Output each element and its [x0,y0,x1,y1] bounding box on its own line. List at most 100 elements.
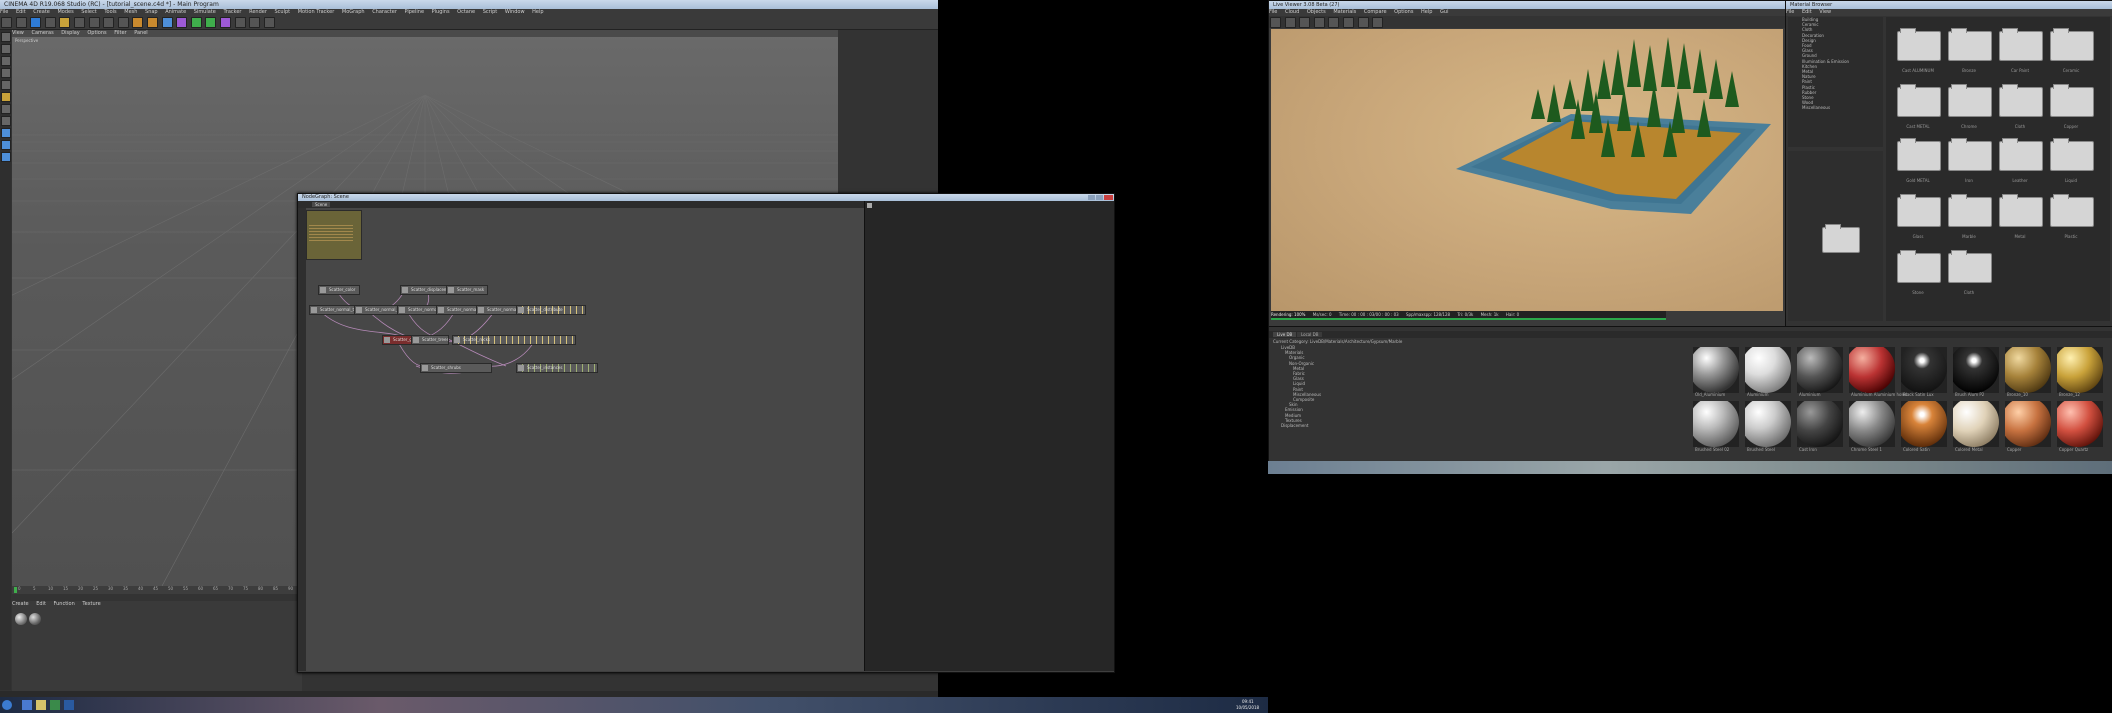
folder-icon[interactable] [1999,194,2043,227]
x-axis-icon[interactable] [88,17,100,28]
undo-icon[interactable] [1,17,12,28]
timeline[interactable]: 0 5 10 15 20 25 30 35 40 45 50 55 60 65 … [12,586,302,594]
material-thumbnail[interactable] [1849,347,1895,393]
livedb-tree-item[interactable]: Displacement [1281,423,1573,428]
lv-menu-options[interactable]: Options [1394,9,1413,15]
folder-icon[interactable] [2050,28,2094,61]
points-mode-icon[interactable] [0,80,11,90]
menu-mesh[interactable]: Mesh [124,9,137,15]
graph-node[interactable]: Scatter_shrubs [420,363,492,373]
material-thumbnail[interactable] [1901,401,1947,447]
move-icon[interactable] [44,17,56,28]
menu-create[interactable]: Create [33,9,50,15]
material-thumbnail[interactable] [1953,401,1999,447]
material-thumbnail[interactable] [2057,401,2103,447]
folder-icon[interactable] [1897,250,1941,283]
folder-icon[interactable] [1948,28,1992,61]
graph-node[interactable]: Scatter_displacement [400,285,450,295]
texture-mode-icon[interactable] [0,56,11,66]
lv-menu-compare[interactable]: Compare [1364,9,1387,15]
lv-menu-materials[interactable]: Materials [1333,9,1356,15]
material-thumbnail[interactable] [1745,347,1791,393]
taskbar-app-icon[interactable] [64,700,74,710]
lv-menu-gui[interactable]: Gui [1440,9,1448,15]
render-picture-viewer-icon[interactable] [146,17,158,28]
material-thumbnail[interactable] [2057,347,2103,393]
taskbar-app-icon[interactable] [50,700,60,710]
lv-menu-file[interactable]: File [1269,9,1277,15]
material-thumbnail[interactable] [1849,401,1895,447]
folder-icon[interactable] [1897,84,1941,117]
material-thumbnail[interactable] [1901,347,1947,393]
material-thumbnail[interactable] [2005,401,2051,447]
menu-octane[interactable]: Octane [457,9,475,15]
folder-icon[interactable] [1948,138,1992,171]
lv-menu-help[interactable]: Help [1421,9,1432,15]
nodegraph-tab-scene[interactable]: Scene [312,202,331,207]
cube-icon[interactable] [161,17,173,28]
pause-icon[interactable] [1299,17,1311,28]
mb-menu-file[interactable]: File [1786,9,1794,15]
menu-snap[interactable]: Snap [145,9,158,15]
folder-icon[interactable] [1999,28,2043,61]
menu-simulate[interactable]: Simulate [194,9,216,15]
timeline-playhead[interactable] [14,587,17,593]
graph-node[interactable]: Scatter_rocks [452,335,576,345]
graph-node[interactable]: Scatter_trees [411,335,449,345]
graph-node[interactable]: Scatter_mask [446,285,488,295]
menu-mograph[interactable]: MoGraph [342,9,365,15]
pen-icon[interactable] [176,17,188,28]
material-thumbnail[interactable] [1693,401,1739,447]
material-menu-create[interactable]: Create [12,601,29,607]
material-thumbnail[interactable] [1745,401,1791,447]
array-icon[interactable] [205,17,217,28]
material-menu-edit[interactable]: Edit [36,601,46,607]
light-icon[interactable] [263,17,275,28]
graph-node[interactable]: Scatter_instances [516,363,598,373]
material-thumbnail[interactable] [1953,347,1999,393]
category-item[interactable]: Miscellaneous [1802,105,1883,110]
window-maximize-button[interactable] [1096,195,1103,200]
make-editable-icon[interactable] [0,32,11,42]
menu-edit[interactable]: Edit [16,9,26,15]
axis-mode-icon[interactable] [0,116,11,126]
lv-menu-objects[interactable]: Objects [1307,9,1326,15]
render-view[interactable] [1271,29,1783,311]
window-minimize-button[interactable] [1088,195,1095,200]
menu-tracker[interactable]: Tracker [223,9,241,15]
workplane-icon[interactable] [0,68,11,78]
model-mode-icon[interactable] [0,44,11,54]
folder-icon[interactable] [1897,28,1941,61]
menu-select[interactable]: Select [81,9,96,15]
folder-icon[interactable] [1897,194,1941,227]
menu-animate[interactable]: Animate [165,9,186,15]
menu-tools[interactable]: Tools [104,9,116,15]
lv-menu-cloud[interactable]: Cloud [1285,9,1299,15]
scale-icon[interactable] [59,17,71,28]
polygons-mode-icon[interactable] [0,104,11,114]
rotate-icon[interactable] [73,17,85,28]
panel-settings-icon[interactable] [867,203,872,208]
render-view-icon[interactable] [132,17,144,28]
menu-script[interactable]: Script [483,9,498,15]
floor-icon[interactable] [234,17,246,28]
menu-motion-tracker[interactable]: Motion Tracker [298,9,335,15]
redo-icon[interactable] [15,17,27,28]
material-menu-texture[interactable]: Texture [82,601,100,607]
graph-node[interactable]: Scatter_color [318,285,360,295]
subdivision-icon[interactable] [190,17,202,28]
folder-icon[interactable] [2050,84,2094,117]
clay-mode-icon[interactable] [1357,17,1369,28]
folder-icon[interactable] [2050,194,2094,227]
material-swatch[interactable] [15,613,27,625]
stop-icon[interactable] [1313,17,1325,28]
snap-icon[interactable] [0,140,11,150]
pick-material-icon[interactable] [1372,17,1384,28]
send-scene-icon[interactable] [1270,17,1281,28]
start-button[interactable] [2,700,12,710]
material-swatch[interactable] [29,613,41,625]
menu-window[interactable]: Window [505,9,525,15]
taskbar-app-icon[interactable] [36,700,46,710]
menu-modes[interactable]: Modes [57,9,73,15]
livedb-tab-live[interactable]: Live DB [1273,332,1297,337]
